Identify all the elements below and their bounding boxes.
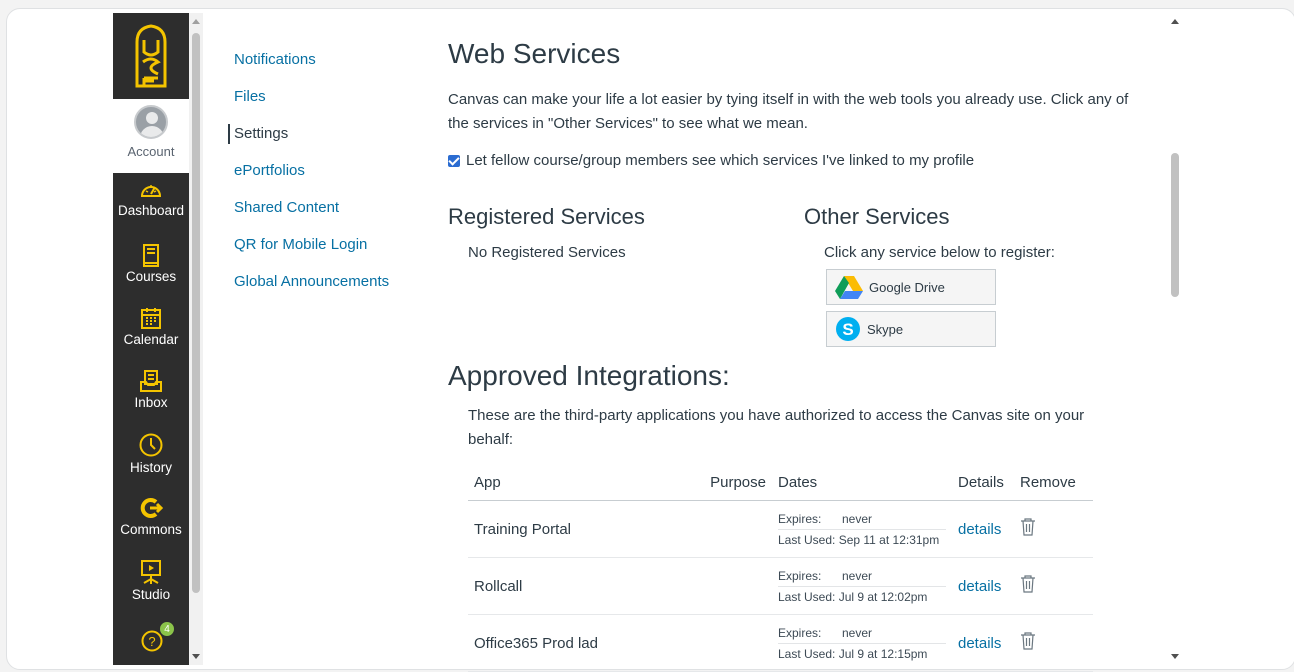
scroll-up-icon[interactable] bbox=[192, 19, 200, 24]
integrations-table: App Purpose Dates Details Remove Trainin… bbox=[468, 468, 1093, 672]
dashboard-icon bbox=[140, 185, 162, 197]
registered-services-title: Registered Services bbox=[448, 204, 645, 229]
app-purpose bbox=[698, 500, 772, 558]
remove-cell bbox=[1014, 614, 1093, 672]
section-nav-global-announcements[interactable]: Global Announcements bbox=[228, 272, 408, 292]
scroll-down-icon[interactable] bbox=[192, 654, 200, 659]
col-remove: Remove bbox=[1014, 468, 1093, 501]
nav-studio[interactable]: Studio bbox=[113, 559, 189, 602]
remove-cell bbox=[1014, 500, 1093, 558]
app-name: Training Portal bbox=[468, 500, 698, 558]
registered-services-empty: No Registered Services bbox=[468, 244, 626, 261]
account-nav-item[interactable]: Account bbox=[113, 99, 189, 173]
app-name: Office365 Prod lad bbox=[468, 614, 698, 672]
trash-icon[interactable] bbox=[1020, 575, 1036, 593]
page-title: Web Services bbox=[448, 38, 621, 69]
other-services-title: Other Services bbox=[804, 204, 950, 229]
google-drive-button[interactable]: Google Drive bbox=[826, 269, 996, 305]
main-content: Web Services Canvas can make your life a… bbox=[448, 38, 1138, 672]
logo-icon bbox=[135, 24, 167, 88]
share-services-checkbox-row[interactable]: Let fellow course/group members see whic… bbox=[448, 152, 1138, 169]
trash-icon[interactable] bbox=[1020, 632, 1036, 650]
nav-inbox[interactable]: Inbox bbox=[113, 369, 189, 410]
section-nav-notifications[interactable]: Notifications bbox=[228, 50, 408, 70]
nav-courses[interactable]: Courses bbox=[113, 243, 189, 284]
svg-text:S: S bbox=[842, 320, 853, 339]
calendar-icon bbox=[141, 308, 161, 329]
svg-text:?: ? bbox=[148, 634, 155, 649]
table-row: Office365 Prod lad Expires: never Last Us… bbox=[468, 614, 1093, 672]
account-label: Account bbox=[127, 144, 175, 159]
share-services-label: Let fellow course/group members see whic… bbox=[466, 152, 975, 169]
nav-calendar[interactable]: Calendar bbox=[113, 306, 189, 347]
skype-button[interactable]: S Skype bbox=[826, 311, 996, 347]
table-header-row: App Purpose Dates Details Remove bbox=[468, 468, 1093, 501]
scrollbar-thumb[interactable] bbox=[192, 33, 200, 593]
global-nav: Account Dashboard Courses Calendar Inbox… bbox=[113, 13, 189, 665]
table-row: Training Portal Expires: never Last Used:… bbox=[468, 500, 1093, 558]
col-dates: Dates bbox=[772, 468, 952, 501]
other-services: Other Services Click any service below t… bbox=[804, 204, 1124, 347]
other-services-hint: Click any service below to register: bbox=[824, 244, 1055, 261]
app-name: Rollcall bbox=[468, 557, 698, 615]
google-drive-icon bbox=[835, 276, 863, 299]
inbox-icon bbox=[140, 370, 162, 392]
skype-label: Skype bbox=[867, 321, 904, 337]
page-scrollbar[interactable] bbox=[1168, 13, 1182, 665]
app-purpose bbox=[698, 614, 772, 672]
col-app: App bbox=[468, 468, 698, 501]
remove-cell bbox=[1014, 557, 1093, 615]
app-dates: Expires: never Last Used: Sep 11 at 12:31… bbox=[772, 500, 952, 558]
approved-integrations: Approved Integrations: These are the thi… bbox=[448, 360, 1138, 672]
nav-history[interactable]: History bbox=[113, 432, 189, 475]
studio-icon bbox=[141, 560, 161, 584]
avatar bbox=[134, 105, 168, 139]
courses-icon bbox=[143, 244, 159, 267]
approved-integrations-title: Approved Integrations: bbox=[448, 360, 730, 391]
trash-icon[interactable] bbox=[1020, 518, 1036, 536]
scroll-down-icon[interactable] bbox=[1171, 654, 1179, 659]
help-badge: 4 bbox=[159, 621, 175, 637]
nav-dashboard[interactable]: Dashboard bbox=[113, 179, 189, 218]
institution-logo[interactable] bbox=[113, 13, 189, 99]
app-dates: Expires: never Last Used: Jul 9 at 12:15p… bbox=[772, 614, 952, 672]
web-services-intro: Canvas can make your life a lot easier b… bbox=[448, 91, 1129, 132]
section-nav-shared-content[interactable]: Shared Content bbox=[228, 198, 408, 218]
section-nav-settings[interactable]: Settings bbox=[228, 124, 408, 144]
skype-icon: S bbox=[836, 317, 860, 341]
section-nav-qr-mobile-login[interactable]: QR for Mobile Login bbox=[228, 235, 408, 255]
table-row: Rollcall Expires: never Last Used: Jul 9 … bbox=[468, 557, 1093, 615]
registered-services: Registered Services No Registered Servic… bbox=[448, 204, 645, 261]
nav-commons[interactable]: Commons bbox=[113, 496, 189, 537]
approved-integrations-desc: These are the third-party applications y… bbox=[468, 407, 1085, 448]
section-nav: Notifications Files Settings ePortfolios… bbox=[228, 50, 408, 309]
col-details: Details bbox=[952, 468, 1014, 501]
scrollbar-thumb[interactable] bbox=[1171, 153, 1179, 297]
details-link[interactable]: details bbox=[952, 500, 1014, 558]
details-link[interactable]: details bbox=[952, 557, 1014, 615]
section-nav-files[interactable]: Files bbox=[228, 87, 408, 107]
details-link[interactable]: details bbox=[952, 614, 1014, 672]
share-services-checkbox[interactable] bbox=[448, 154, 460, 167]
scroll-up-icon[interactable] bbox=[1171, 19, 1179, 24]
help-nav-item[interactable]: ? bbox=[141, 630, 163, 657]
nav-scrollbar[interactable] bbox=[189, 13, 203, 665]
app-purpose bbox=[698, 557, 772, 615]
col-purpose: Purpose bbox=[698, 468, 772, 501]
history-icon bbox=[139, 433, 163, 457]
section-nav-eportfolios[interactable]: ePortfolios bbox=[228, 161, 408, 181]
commons-icon bbox=[140, 498, 163, 518]
app-dates: Expires: never Last Used: Jul 9 at 12:02p… bbox=[772, 557, 952, 615]
google-drive-label: Google Drive bbox=[869, 279, 945, 295]
